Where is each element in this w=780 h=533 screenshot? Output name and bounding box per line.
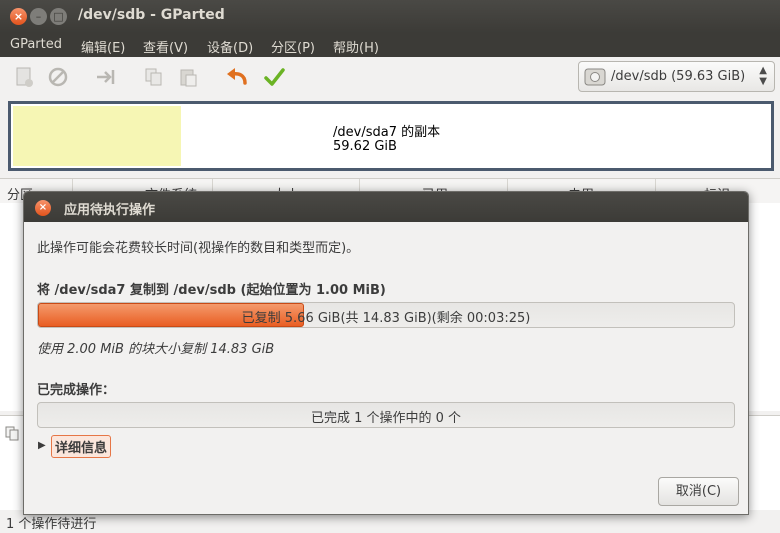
device-selector-label: /dev/sdb (59.63 GiB) — [611, 69, 746, 84]
operation-progress-bar: 已复制 5.66 GiB(共 14.83 GiB)(剩余 00:03:25) — [37, 302, 735, 328]
menubar: GParted 编辑(E) 查看(V) 设备(D) 分区(P) 帮助(H) — [0, 33, 780, 57]
chevron-updown-icon: ▲ ▼ — [759, 65, 767, 87]
delete-partition-icon[interactable] — [45, 64, 71, 90]
cancel-button[interactable]: 取消(C) — [658, 477, 739, 506]
menu-partition[interactable]: 分区(P) — [271, 37, 315, 56]
operation-progress-text: 已复制 5.66 GiB(共 14.83 GiB)(剩余 00:03:25) — [241, 311, 531, 326]
completed-progress-text: 已完成 1 个操作中的 0 个 — [310, 411, 462, 426]
partition-block[interactable] — [13, 106, 181, 166]
dialog-close-button[interactable]: × — [35, 200, 51, 216]
apply-operations-dialog: × 应用待执行操作 此操作可能会花费较长时间(视操作的数目和类型而定)。 将 /… — [23, 191, 749, 515]
resize-move-icon[interactable] — [92, 64, 118, 90]
menu-edit[interactable]: 编辑(E) — [81, 37, 125, 56]
copy-icon[interactable] — [141, 64, 167, 90]
status-text: 1 个操作待进行 — [6, 517, 97, 532]
dialog-intro-text: 此操作可能会花费较长时间(视操作的数目和类型而定)。 — [37, 241, 360, 256]
details-label: 详细信息 — [51, 435, 112, 458]
disk-map[interactable]: /dev/sda7 的副本 59.62 GiB — [8, 101, 774, 171]
menu-device[interactable]: 设备(D) — [207, 37, 253, 56]
menu-gparted[interactable]: GParted — [10, 37, 62, 52]
window-title: /dev/sdb - GParted — [78, 7, 225, 23]
menu-view[interactable]: 查看(V) — [143, 37, 188, 56]
window-titlebar: × – □ /dev/sdb - GParted — [0, 0, 780, 33]
completed-operations-label: 已完成操作： — [37, 383, 116, 398]
window-maximize-button[interactable]: □ — [50, 8, 67, 25]
device-selector[interactable]: /dev/sdb (59.63 GiB) ▲ ▼ — [578, 61, 775, 92]
partition-size: 59.62 GiB — [333, 139, 397, 154]
expander-triangle-icon: ▶ — [38, 440, 46, 451]
window-close-button[interactable]: × — [10, 8, 27, 25]
partition-name: /dev/sda7 的副本 — [333, 125, 441, 140]
paste-icon[interactable] — [175, 64, 201, 90]
dialog-titlebar: × 应用待执行操作 — [24, 192, 748, 222]
block-size-info: 使用 2.00 MiB 的块大小复制 14.83 GiB — [37, 342, 275, 357]
undo-icon[interactable] — [224, 64, 250, 90]
new-partition-icon[interactable] — [11, 64, 37, 90]
completed-progress-bar: 已完成 1 个操作中的 0 个 — [37, 402, 735, 428]
copy-operation-icon — [5, 426, 19, 441]
current-operation-label: 将 /dev/sda7 复制到 /dev/sdb (起始位置为 1.00 MiB… — [37, 283, 386, 298]
menu-help[interactable]: 帮助(H) — [333, 37, 379, 56]
harddisk-icon — [584, 68, 606, 86]
dialog-title: 应用待执行操作 — [64, 203, 156, 218]
apply-icon[interactable] — [261, 64, 287, 90]
window-minimize-button[interactable]: – — [30, 8, 47, 25]
